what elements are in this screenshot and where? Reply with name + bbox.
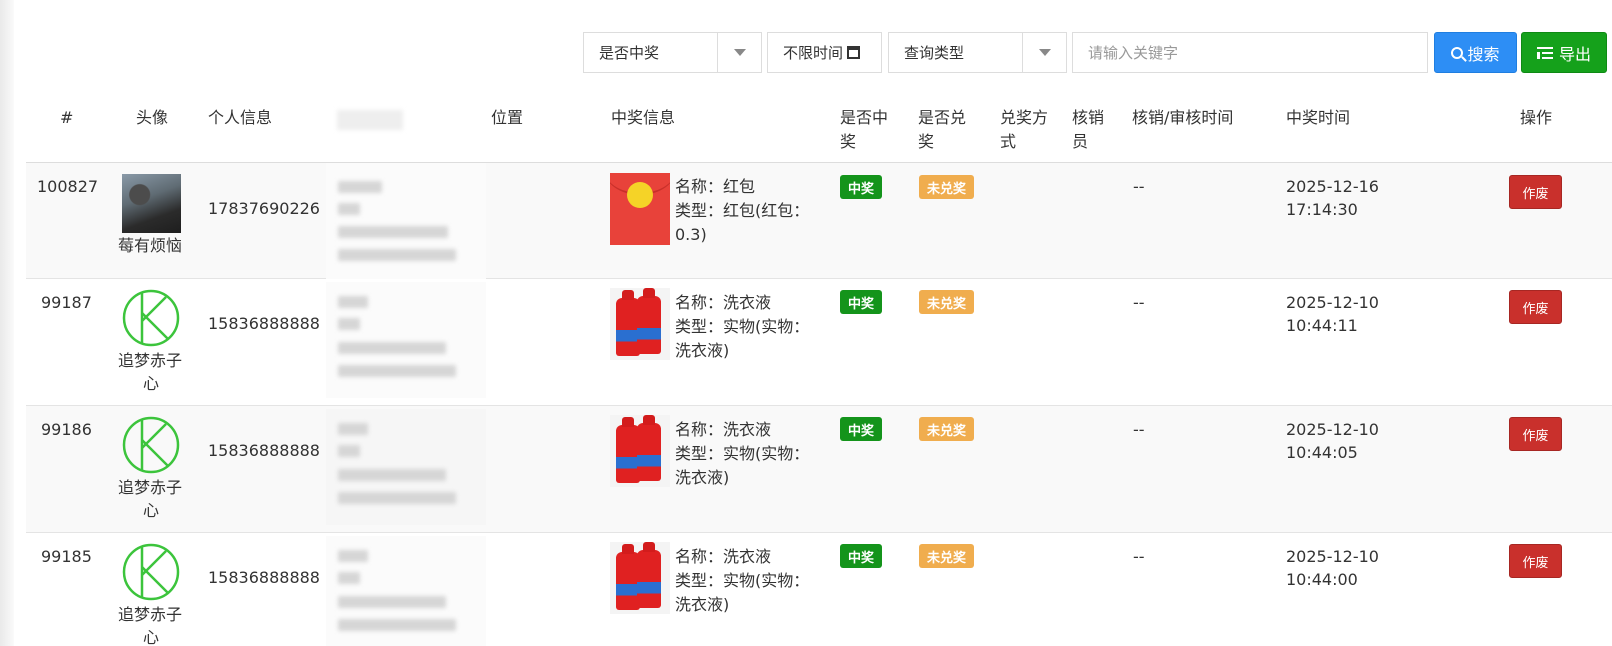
- redacted-info: [326, 409, 486, 525]
- detergent-prize-image: [610, 415, 670, 487]
- header-verify-time[interactable]: 核销/审核时间: [1132, 106, 1233, 130]
- search-button[interactable]: 搜索: [1434, 32, 1517, 73]
- unredeemed-badge: 未兑奖: [919, 290, 975, 314]
- won-date: 2025-12-10: [1286, 293, 1379, 312]
- export-button-label: 导出: [1558, 44, 1591, 64]
- verify-time: --: [1133, 177, 1145, 196]
- won-badge: 中奖: [840, 175, 883, 199]
- won-badge: 中奖: [840, 417, 883, 441]
- prize-name: 名称：洗衣液: [675, 547, 772, 566]
- nickname-cont: 心: [143, 628, 160, 646]
- header-redacted: [337, 110, 403, 130]
- redacted-info: [326, 163, 486, 279]
- row-id: 99187: [41, 293, 92, 312]
- nickname: 莓有烦恼: [118, 236, 183, 255]
- header-verifier[interactable]: 核销员: [1072, 106, 1108, 154]
- avatar: [122, 174, 181, 233]
- time-filter-label: 不限时间: [783, 44, 844, 62]
- unredeemed-badge: 未兑奖: [919, 175, 975, 199]
- void-button[interactable]: 作废: [1509, 417, 1562, 451]
- void-button[interactable]: 作废: [1509, 544, 1562, 578]
- calendar-icon: [847, 46, 861, 59]
- detergent-prize-image: [610, 542, 670, 614]
- phone-number: 15836888888: [208, 441, 320, 460]
- header-is-redeemed[interactable]: 是否兑奖: [918, 106, 970, 154]
- export-button[interactable]: 导出: [1521, 32, 1607, 73]
- verify-time: --: [1133, 420, 1145, 439]
- nickname: 追梦赤子: [118, 351, 183, 370]
- k-logo-avatar: [122, 543, 180, 601]
- keyword-search-input[interactable]: [1072, 32, 1428, 73]
- is-won-select-value: 是否中奖: [599, 44, 660, 62]
- redacted-info: [326, 536, 486, 646]
- header-id: #: [60, 108, 74, 127]
- row-id: 99186: [41, 420, 92, 439]
- query-type-select[interactable]: 查询类型: [888, 32, 1067, 73]
- won-badge: 中奖: [840, 544, 883, 568]
- red-envelope-prize-image: [610, 173, 670, 245]
- caret-down-icon[interactable]: [717, 33, 761, 72]
- prize-type-cont: 洗衣液): [675, 468, 730, 487]
- is-won-select[interactable]: 是否中奖: [583, 32, 762, 73]
- prize-type: 类型：实物(实物：: [675, 571, 810, 590]
- won-badge: 中奖: [840, 290, 883, 314]
- header-is-won[interactable]: 是否中奖: [840, 106, 892, 154]
- nickname-cont: 心: [143, 374, 160, 393]
- nickname: 追梦赤子: [118, 478, 183, 497]
- verify-time: --: [1133, 293, 1145, 312]
- prize-type: 类型：实物(实物：: [675, 317, 810, 336]
- prize-type-cont: 洗衣液): [675, 341, 730, 360]
- header-actions: 操作: [1520, 108, 1553, 127]
- prize-type-cont: 0.3): [675, 225, 707, 244]
- void-button[interactable]: 作废: [1509, 175, 1562, 209]
- unredeemed-badge: 未兑奖: [919, 544, 975, 568]
- row-id: 100827: [37, 177, 99, 196]
- search-icon: [1451, 46, 1464, 59]
- k-logo-avatar: [122, 289, 180, 347]
- list-icon: [1536, 46, 1553, 59]
- redacted-info: [326, 282, 486, 398]
- won-date: 2025-12-16: [1286, 177, 1379, 196]
- won-clock: 10:44:05: [1286, 443, 1358, 462]
- detergent-prize-image: [610, 288, 670, 360]
- won-clock: 10:44:00: [1286, 570, 1358, 589]
- k-logo-avatar: [122, 416, 180, 474]
- unredeemed-badge: 未兑奖: [919, 417, 975, 441]
- phone-number: 17837690226: [208, 199, 320, 218]
- won-clock: 17:14:30: [1286, 200, 1358, 219]
- header-location[interactable]: 位置: [491, 106, 523, 130]
- prize-name: 名称：红包: [675, 177, 756, 196]
- page-left-edge: [0, 0, 14, 646]
- nickname-cont: 心: [143, 501, 160, 520]
- header-avatar[interactable]: 头像: [136, 106, 168, 130]
- won-date: 2025-12-10: [1286, 547, 1379, 566]
- phone-number: 15836888888: [208, 568, 320, 587]
- phone-number: 15836888888: [208, 314, 320, 333]
- caret-down-icon[interactable]: [1022, 33, 1066, 72]
- won-clock: 10:44:11: [1286, 316, 1358, 335]
- prize-type: 类型：红包(红包：: [675, 201, 810, 220]
- query-type-select-value: 查询类型: [904, 44, 965, 62]
- header-won-time[interactable]: 中奖时间: [1286, 106, 1350, 130]
- header-prize-info[interactable]: 中奖信息: [611, 106, 675, 130]
- header-personal-info[interactable]: 个人信息: [208, 106, 272, 130]
- time-filter-button[interactable]: 不限时间: [767, 32, 882, 73]
- prize-name: 名称：洗衣液: [675, 293, 772, 312]
- nickname: 追梦赤子: [118, 605, 183, 624]
- prize-type: 类型：实物(实物：: [675, 444, 810, 463]
- won-date: 2025-12-10: [1286, 420, 1379, 439]
- void-button[interactable]: 作废: [1509, 290, 1562, 324]
- verify-time: --: [1133, 547, 1145, 566]
- prize-type-cont: 洗衣液): [675, 595, 730, 614]
- row-id: 99185: [41, 547, 92, 566]
- header-redeem-method[interactable]: 兑奖方式: [1000, 106, 1052, 154]
- search-button-label: 搜索: [1467, 44, 1500, 64]
- prize-name: 名称：洗衣液: [675, 420, 772, 439]
